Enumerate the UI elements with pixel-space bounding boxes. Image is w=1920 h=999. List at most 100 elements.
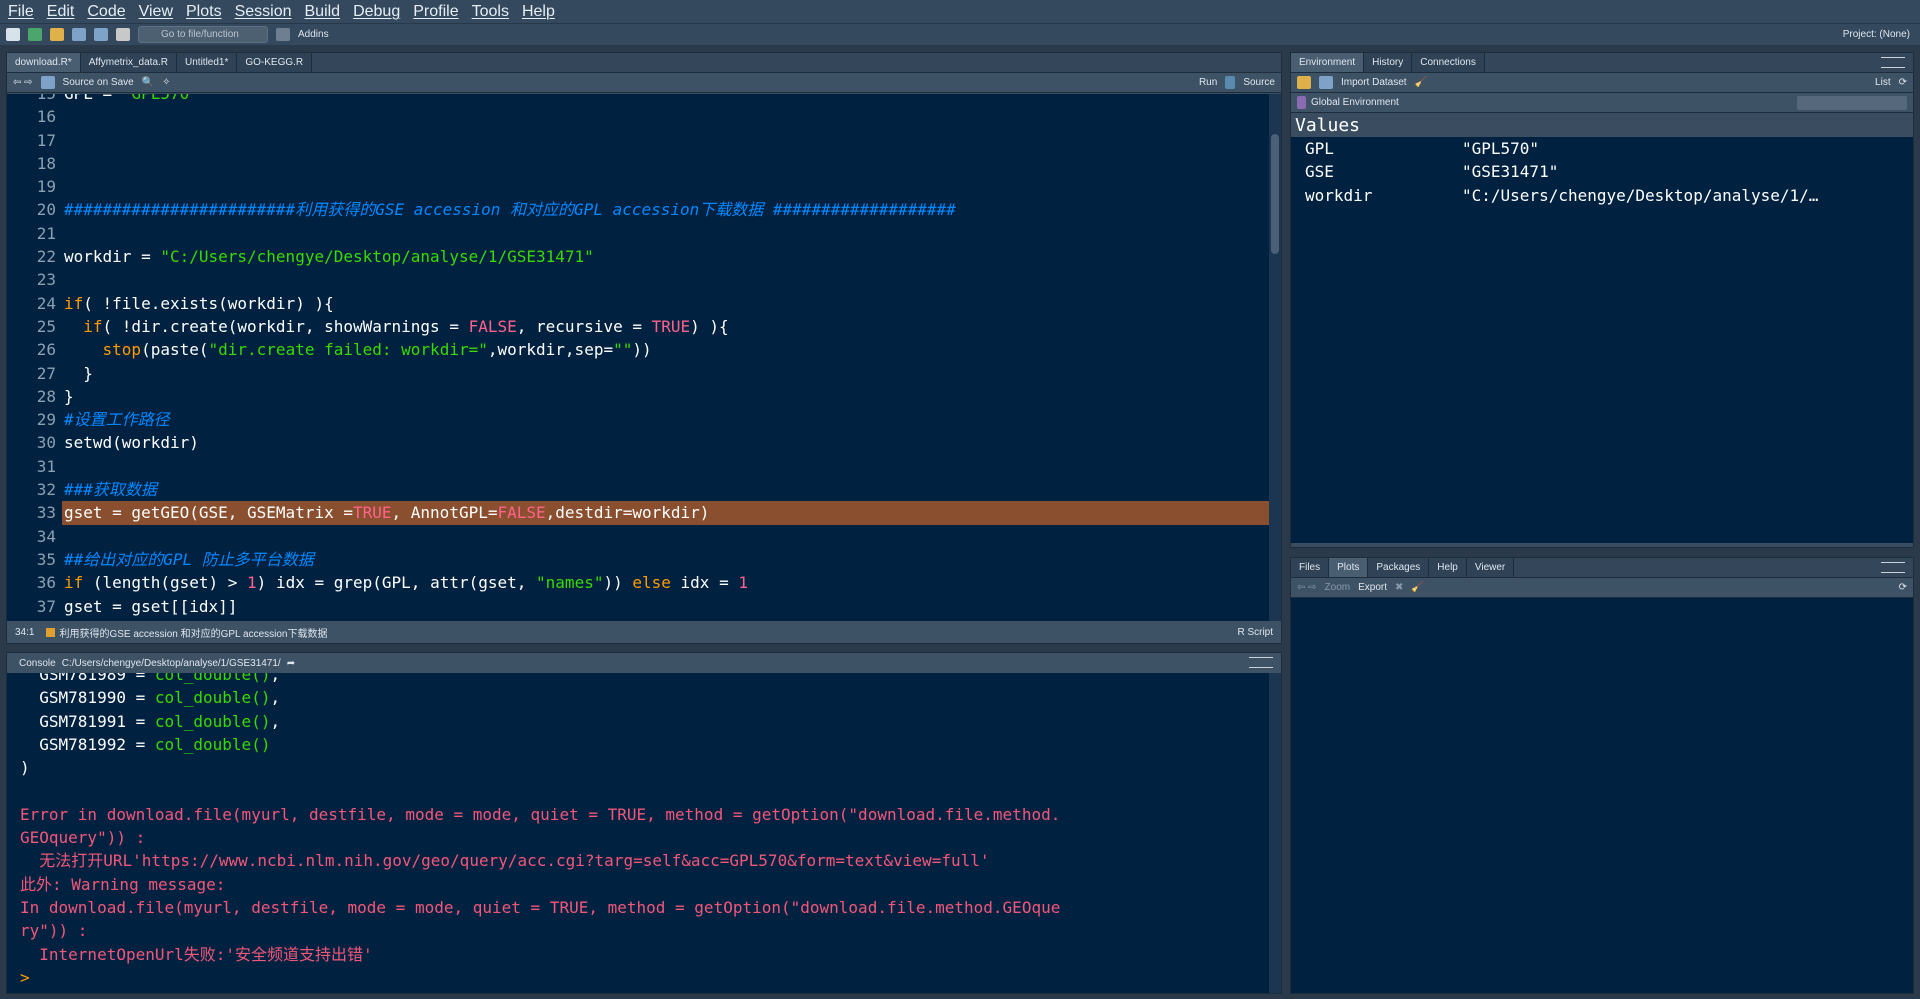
editor-tab[interactable]: download.R* <box>7 53 81 72</box>
code-line: 15GPL = "GPL570" <box>7 94 1269 105</box>
open-file-icon[interactable] <box>50 28 64 41</box>
save-icon[interactable] <box>40 76 55 89</box>
search-icon[interactable]: 🔍 <box>142 77 154 88</box>
code-line: 22 workdir = "C:/Users/chengye/Desktop/an… <box>7 245 1269 268</box>
menu-plots[interactable]: Plots <box>186 3 222 21</box>
console-title[interactable]: Console <box>19 658 56 669</box>
main-toolbar: Go to file/function Addins Project: (Non… <box>0 23 1920 45</box>
broom-icon[interactable]: 🧹 <box>1415 77 1427 88</box>
back-icon[interactable]: ⇦ ⇨ <box>1297 582 1317 593</box>
line-number: 23 <box>36 270 56 290</box>
line-text: if( !file.exists(workdir) ){ <box>62 292 1269 315</box>
go-to-file-input[interactable]: Go to file/function <box>138 26 268 43</box>
env-row[interactable]: GSE "GSE31471" <box>1291 160 1913 183</box>
code-token: else <box>622 573 671 593</box>
export-button[interactable]: Export <box>1358 582 1387 593</box>
menu-debug[interactable]: Debug <box>353 3 400 21</box>
grid-icon[interactable] <box>276 28 290 41</box>
code-token: GSM781990 = <box>20 688 155 708</box>
tab-plots[interactable]: Plots <box>1329 558 1369 577</box>
code-token: FALSE <box>497 503 546 523</box>
code-token: )) <box>632 340 652 360</box>
menu-tools[interactable]: Tools <box>472 3 509 21</box>
tab-packages[interactable]: Packages <box>1368 558 1430 577</box>
menu-file[interactable]: File <box>8 3 34 21</box>
broom-icon[interactable]: 🧹 <box>1411 582 1423 593</box>
load-workspace-icon[interactable] <box>1297 76 1311 89</box>
import-dataset-button[interactable]: Import Dataset <box>1341 77 1407 88</box>
console-output[interactable]: GSM781989 = col_double(), GSM781990 = co… <box>7 673 1269 993</box>
code-token: if <box>64 573 84 593</box>
menu-session[interactable]: Session <box>235 3 292 21</box>
back-icon[interactable]: ⇦ ⇨ <box>13 77 33 88</box>
code-editor[interactable]: 15GPL = "GPL570" 16 17 18 19 20 ##############… <box>7 94 1269 621</box>
maximize-icon[interactable] <box>1881 57 1905 68</box>
menu-edit[interactable]: Edit <box>47 3 75 21</box>
code-token: FALSE <box>468 316 517 336</box>
menu-profile[interactable]: Profile <box>413 3 458 21</box>
tab-connections[interactable]: Connections <box>1412 53 1485 72</box>
console-pane: Console C:/Users/chengye/Desktop/analyse… <box>6 652 1282 994</box>
code-token: stop <box>102 340 142 360</box>
save-workspace-icon[interactable] <box>1319 76 1333 89</box>
maximize-icon[interactable] <box>1881 562 1905 573</box>
editor-tab[interactable]: Untitled1* <box>177 53 238 72</box>
console-scrollbar[interactable] <box>1269 673 1281 993</box>
new-file-icon[interactable] <box>6 28 20 41</box>
menu-help[interactable]: Help <box>522 3 555 21</box>
editor-scrollbar[interactable] <box>1269 94 1281 621</box>
code-line: 19 <box>7 175 1269 198</box>
zoom-button[interactable]: Zoom <box>1325 582 1351 593</box>
tab-help[interactable]: Help <box>1429 558 1467 577</box>
env-value: "C:/Users/chengye/Desktop/analyse/1/… <box>1462 185 1819 205</box>
editor-tab[interactable]: GO-KEGG.R <box>237 53 313 72</box>
tab-viewer[interactable]: Viewer <box>1466 558 1515 577</box>
env-row[interactable]: GPL "GPL570" <box>1291 137 1913 160</box>
menu-view[interactable]: View <box>139 3 173 21</box>
code-token: ,destdir=workdir) <box>545 503 710 523</box>
menu-code[interactable]: Code <box>87 3 125 21</box>
menu-build[interactable]: Build <box>305 3 341 21</box>
print-icon[interactable] <box>116 28 130 41</box>
env-value: "GSE31471" <box>1462 162 1559 182</box>
code-token: , <box>270 673 281 684</box>
wand-icon[interactable]: ✧ <box>162 77 170 88</box>
console-line: GSM781991 = col_double(), <box>7 710 1269 733</box>
save-icon[interactable] <box>72 28 86 41</box>
save-all-icon[interactable] <box>94 28 108 41</box>
goto-dir-icon[interactable]: ➦ <box>287 658 295 669</box>
tab-files[interactable]: Files <box>1291 558 1330 577</box>
refresh-icon[interactable]: ⟳ <box>1899 582 1907 593</box>
line-number: 16 <box>36 107 56 127</box>
rerun-icon[interactable] <box>1225 76 1236 89</box>
source-button[interactable]: Source <box>1243 77 1275 88</box>
line-number: 15 <box>7 94 62 105</box>
env-search-input[interactable] <box>1797 95 1907 110</box>
line-text: workdir = "C:/Users/chengye/Desktop/anal… <box>62 245 1269 268</box>
line-text: gset = getGEO(GSE, GSEMatrix =TRUE, Anno… <box>62 501 1269 525</box>
code-token: ) idx = grep(GPL, attr(gset, <box>256 573 537 593</box>
section-nav[interactable]: 利用获得的GSE accession 和对应的GPL accession下载数据 <box>59 625 327 640</box>
code-line: 25 if( !dir.create(workdir, showWarnings… <box>7 315 1269 338</box>
source-on-save-checkbox[interactable]: Source on Save <box>63 77 134 88</box>
run-button[interactable]: Run <box>1199 77 1217 88</box>
scope-dropdown[interactable]: Global Environment <box>1311 97 1399 108</box>
new-project-icon[interactable] <box>28 28 42 41</box>
file-type[interactable]: R Script <box>1237 627 1273 638</box>
project-menu[interactable]: Project: (None) <box>1843 29 1910 40</box>
code-line: 36 if (length(gset) > 1) idx = grep(GPL, … <box>7 571 1269 594</box>
env-row[interactable]: workdir "C:/Users/chengye/Desktop/analyse… <box>1291 184 1913 207</box>
line-text: ########################利用获得的GSE accessi… <box>62 198 1269 221</box>
tab-environment[interactable]: Environment <box>1291 53 1365 72</box>
tab-history[interactable]: History <box>1364 53 1413 72</box>
list-view-button[interactable]: List <box>1875 77 1891 88</box>
maximize-icon[interactable] <box>1249 657 1273 668</box>
console-line: 此外: Warning message: <box>7 873 1269 896</box>
addins-menu[interactable]: Addins <box>298 29 329 40</box>
code-line: 16 <box>7 105 1269 128</box>
refresh-icon[interactable]: ⟳ <box>1899 77 1907 88</box>
console-line: GSM781989 = col_double(), <box>7 673 1269 686</box>
editor-tab[interactable]: Affymetrix_data.R <box>80 53 178 72</box>
delete-plot-icon[interactable]: ✖ <box>1395 582 1403 593</box>
code-token: GSM781991 = <box>20 711 155 731</box>
